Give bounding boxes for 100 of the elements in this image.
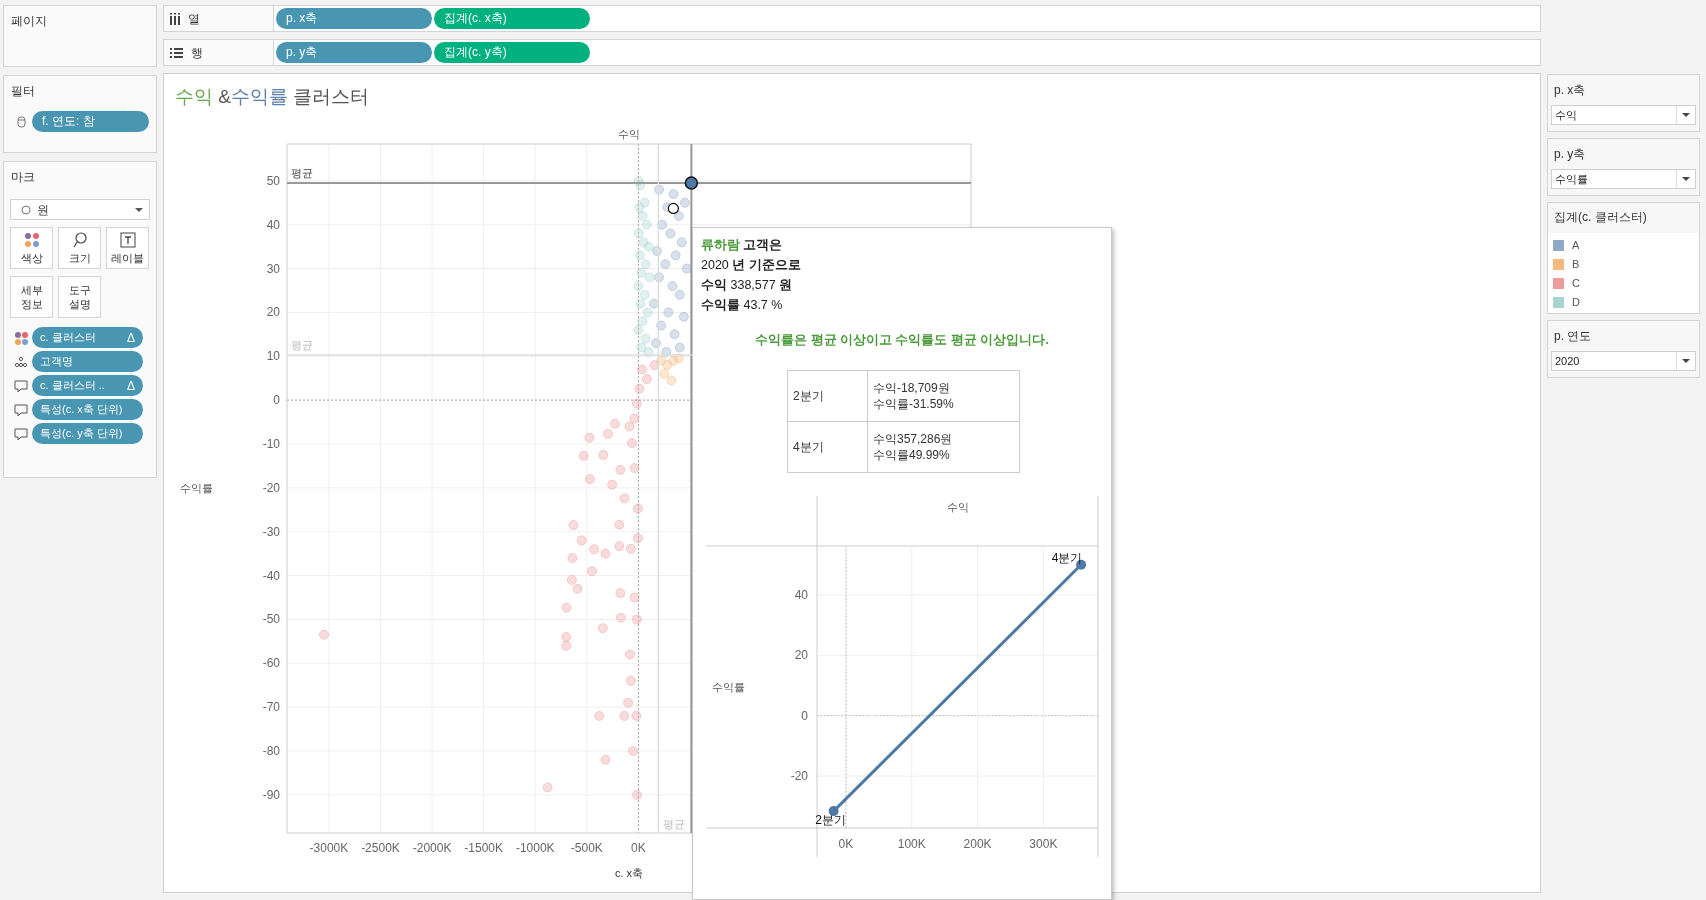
data-point <box>660 259 671 270</box>
data-point <box>594 710 605 721</box>
card-title: p. y축 <box>1553 146 1587 163</box>
tooltip-line: 수익률 43.7 % <box>701 297 784 314</box>
axis-tick-label: 10 <box>266 349 280 364</box>
table-cell: 2분기 <box>787 370 868 422</box>
tooltip-line: 류하람 고객은 <box>701 237 784 254</box>
card-title: 필터 <box>11 83 36 100</box>
data-label: 4분기 <box>1051 550 1083 565</box>
axis-tick-label: 0 <box>801 708 808 723</box>
axis-tick-label: 300K <box>1029 837 1058 851</box>
data-point <box>603 428 613 439</box>
color-button[interactable]: 색상 <box>10 227 53 269</box>
reference-line-label: 평균 <box>291 167 313 180</box>
axis-tick-label: -3000K <box>309 841 349 855</box>
data-point <box>665 228 676 239</box>
data-point <box>633 324 644 335</box>
field-pill[interactable]: 집계(c. y축) <box>434 42 590 63</box>
table-cell: 수익357,286원 수익률49.99% <box>867 421 1020 473</box>
axis-tick-label: -30 <box>262 524 280 539</box>
data-point <box>643 241 654 252</box>
data-point <box>648 298 659 309</box>
data-point <box>634 383 645 394</box>
data-point <box>666 375 677 386</box>
data-point <box>634 202 645 213</box>
axis-tick-label: 30 <box>266 261 280 276</box>
caret-icon <box>1682 177 1690 181</box>
data-point <box>656 355 667 366</box>
data-point <box>542 782 553 793</box>
field-pill[interactable]: 특성(c. y축 단위) <box>32 423 143 444</box>
size-button[interactable]: 크기 <box>58 227 101 269</box>
data-point <box>614 541 625 552</box>
data-point <box>626 438 637 449</box>
card-title: 마크 <box>10 169 36 186</box>
data-point <box>566 574 577 585</box>
data-point <box>615 612 626 623</box>
card-title: p. x축 <box>1553 82 1587 99</box>
caret-icon <box>135 208 143 212</box>
data-label: 2분기 <box>815 813 846 828</box>
hovered-data-point[interactable] <box>667 202 679 215</box>
parameter-dropdown[interactable]: 수익률 <box>1551 169 1696 189</box>
parameter-dropdown[interactable]: 수익 <box>1551 105 1696 125</box>
data-point <box>572 583 583 594</box>
speech-bubble-icon <box>14 402 28 417</box>
detail-button[interactable]: 세부 정보 <box>10 276 53 318</box>
text-box-icon <box>119 231 136 248</box>
color-dots-icon <box>14 330 28 345</box>
tooltip-line: 수익 338,577 원 <box>701 277 794 294</box>
data-point <box>674 342 685 353</box>
data-point <box>676 237 687 248</box>
legend-label: B <box>1572 257 1580 273</box>
data-point <box>641 374 652 385</box>
data-point <box>597 623 608 634</box>
field-pill[interactable]: p. y축 <box>276 42 432 63</box>
axis-tick-label: 40 <box>794 587 808 602</box>
data-point <box>662 360 673 371</box>
data-point <box>600 548 611 559</box>
axis-tick-label: -1500K <box>464 841 503 855</box>
parameter-dropdown[interactable]: 2020 <box>1551 351 1696 371</box>
filter-pill[interactable]: f. 연도: 참 <box>32 111 149 132</box>
data-point <box>561 602 572 613</box>
data-point <box>607 479 618 490</box>
data-point <box>627 746 638 756</box>
axis-tick-label: 200K <box>963 837 992 851</box>
field-pill[interactable]: 고객명 <box>32 351 143 372</box>
data-point <box>614 519 625 530</box>
mark-type-dropdown[interactable]: 원 <box>10 199 150 220</box>
axis-tick-label: 20 <box>266 305 280 320</box>
data-point <box>668 355 679 366</box>
data-point <box>642 307 653 318</box>
table-cell: 수익-18,709원 수익률-31.59% <box>867 370 1020 422</box>
data-point <box>632 533 643 544</box>
data-point <box>654 184 665 195</box>
data-point <box>632 789 642 800</box>
columns-icon <box>170 12 180 25</box>
axis-tick-label: -20 <box>262 480 280 495</box>
axis-tick-label: -90 <box>262 787 280 802</box>
field-pill[interactable]: p. x축 <box>276 8 432 29</box>
tooltip-button[interactable]: 도구 설명 <box>58 276 101 318</box>
data-point <box>663 307 674 318</box>
data-point <box>637 364 648 375</box>
label-button[interactable]: 레이블 <box>106 227 149 269</box>
data-point <box>610 418 620 429</box>
field-pill[interactable]: c. 클러스터 Δ <box>32 327 143 348</box>
axis-title: 수익률 <box>180 482 213 494</box>
axis-tick-label: 20 <box>794 648 808 663</box>
axis-tick-label: -70 <box>262 700 280 715</box>
data-point <box>615 464 626 475</box>
field-pill[interactable]: c. 클러스터 .. Δ <box>32 375 143 396</box>
field-pill[interactable]: 특성(c. x축 단위) <box>32 399 143 420</box>
data-point <box>667 281 678 292</box>
axis-tick-label: -2000K <box>412 841 452 855</box>
field-pill[interactable]: 집계(c. x축) <box>434 8 590 29</box>
data-point <box>578 450 589 461</box>
data-point <box>629 413 640 424</box>
axis-tick-label: 0K <box>631 841 646 855</box>
selected-data-point[interactable] <box>684 176 699 190</box>
data-point <box>584 474 595 485</box>
data-point <box>629 592 640 603</box>
data-point <box>632 503 643 514</box>
